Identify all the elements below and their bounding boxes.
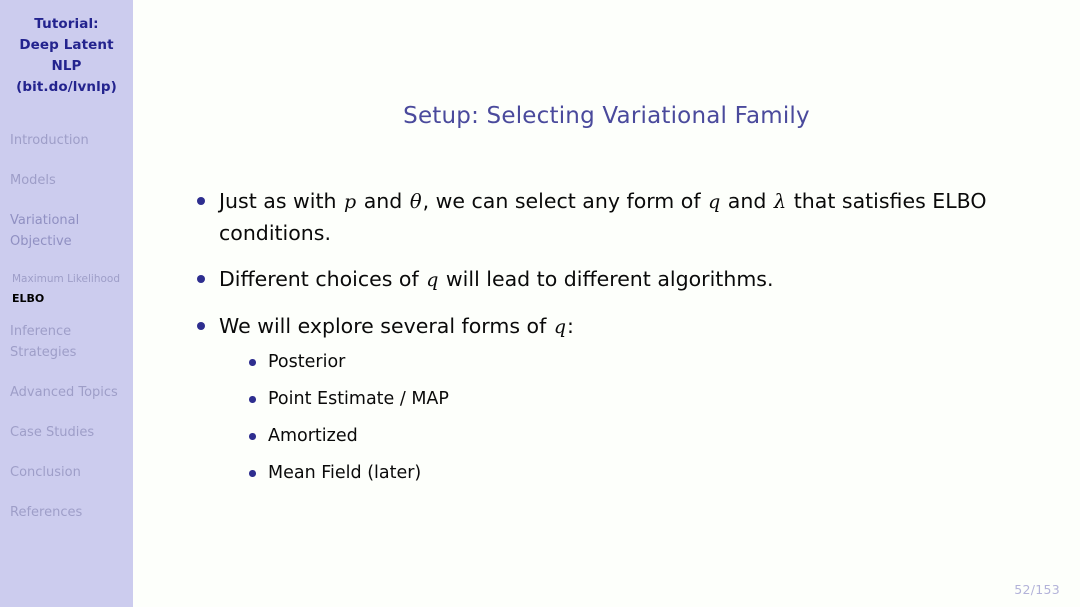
math-greek-symbol: θ bbox=[409, 190, 422, 213]
sidebar-item-case-studies[interactable]: Case Studies bbox=[0, 422, 133, 443]
sub-bullet-item: Point Estimate / MAP bbox=[244, 387, 1052, 412]
sidebar-item-variational-objective[interactable]: Variational Objective bbox=[0, 210, 133, 252]
table-of-contents: Introduction Models Variational Objective M… bbox=[0, 130, 133, 523]
sub-bullet-marker-icon bbox=[249, 470, 256, 477]
sub-bullet-item: Amortized bbox=[244, 424, 1052, 449]
bullet-text-fragment: Just as with bbox=[219, 189, 344, 213]
sub-bullet-marker-icon bbox=[249, 359, 256, 366]
math-variable: p bbox=[344, 191, 357, 213]
bullet-text-fragment: : bbox=[567, 314, 574, 338]
sidebar-item-conclusion[interactable]: Conclusion bbox=[0, 462, 133, 483]
sub-bullet-text: Posterior bbox=[268, 352, 346, 372]
sidebar-header-line-1: Tutorial: bbox=[34, 16, 99, 32]
sub-bullet-list: Posterior Point Estimate / MAP Amortized Me… bbox=[244, 350, 1052, 486]
slide-title: Setup: Selecting Variational Family bbox=[403, 103, 810, 129]
sidebar-subitem-maximum-likelihood[interactable]: Maximum Likelihood bbox=[0, 271, 133, 288]
sidebar-subitem-elbo[interactable]: ELBO bbox=[0, 290, 133, 307]
bullet-marker-icon bbox=[197, 197, 205, 205]
sidebar-item-inference-strategies[interactable]: Inference Strategies bbox=[0, 321, 133, 363]
bullet-text-fragment: , we can select any form of bbox=[422, 189, 708, 213]
bullet-text-fragment: will lead to different algorithms. bbox=[439, 267, 774, 291]
page-number: 52/153 bbox=[1014, 582, 1060, 597]
sub-bullet-item: Mean Field (later) bbox=[244, 461, 1052, 486]
sidebar-header-line-3: (bit.do/lvnlp) bbox=[16, 79, 117, 95]
sub-bullet-marker-icon bbox=[249, 396, 256, 403]
bullet-marker-icon bbox=[197, 322, 205, 330]
math-greek-symbol: λ bbox=[773, 190, 787, 213]
bullet-text: Just as with p and θ, we can select any … bbox=[219, 189, 986, 245]
presentation-slide: Tutorial: Deep Latent NLP (bit.do/lvnlp)… bbox=[0, 0, 1080, 607]
bullet-item: We will explore several forms of q: Poste… bbox=[192, 311, 1052, 486]
sub-bullet-text: Point Estimate / MAP bbox=[268, 389, 449, 409]
math-variable: q bbox=[553, 316, 566, 338]
sidebar-header: Tutorial: Deep Latent NLP (bit.do/lvnlp) bbox=[0, 0, 133, 98]
sub-bullet-item: Posterior bbox=[244, 350, 1052, 375]
bullet-item: Different choices of q will lead to diff… bbox=[192, 264, 1052, 296]
sub-bullet-text: Mean Field (later) bbox=[268, 463, 422, 483]
sidebar-header-line-2: Deep Latent NLP bbox=[19, 37, 114, 74]
bullet-text: We will explore several forms of q: bbox=[219, 314, 574, 338]
bullet-text-fragment: and bbox=[721, 189, 773, 213]
math-variable: q bbox=[708, 191, 721, 213]
bullet-text: Different choices of q will lead to diff… bbox=[219, 267, 774, 291]
sidebar-item-references[interactable]: References bbox=[0, 502, 133, 523]
bullet-item: Just as with p and θ, we can select any … bbox=[192, 186, 1052, 249]
sub-bullet-text: Amortized bbox=[268, 426, 358, 446]
bullet-text-fragment: and bbox=[357, 189, 409, 213]
sidebar-item-models[interactable]: Models bbox=[0, 170, 133, 191]
slide-content-area: Setup: Selecting Variational Family Just… bbox=[133, 0, 1080, 607]
sidebar-navigation: Tutorial: Deep Latent NLP (bit.do/lvnlp)… bbox=[0, 0, 133, 607]
sub-bullet-marker-icon bbox=[249, 433, 256, 440]
math-variable: q bbox=[426, 269, 439, 291]
bullet-text-fragment: Different choices of bbox=[219, 267, 426, 291]
sidebar-item-advanced-topics[interactable]: Advanced Topics bbox=[0, 382, 133, 403]
sidebar-item-introduction[interactable]: Introduction bbox=[0, 130, 133, 151]
bullet-marker-icon bbox=[197, 275, 205, 283]
bullet-text-fragment: We will explore several forms of bbox=[219, 314, 553, 338]
slide-bullet-list: Just as with p and θ, we can select any … bbox=[192, 186, 1052, 501]
